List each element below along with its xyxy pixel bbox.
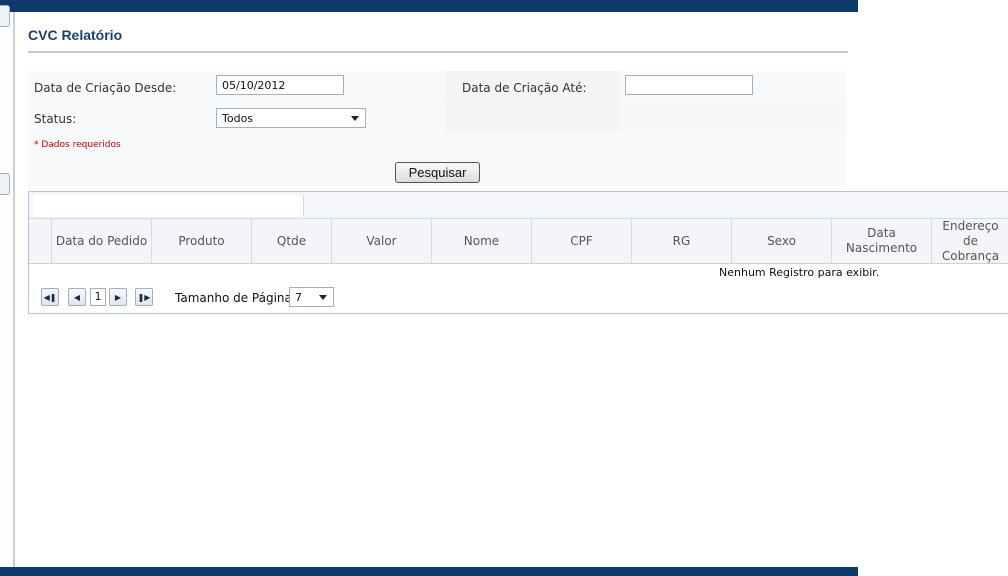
column-header-nome[interactable]: Nome [431, 219, 531, 263]
date-to-label: Data de Criação Até: [462, 81, 587, 95]
side-panel-toggle-middle[interactable] [0, 173, 10, 195]
current-page-number[interactable]: 1 [90, 288, 106, 306]
required-fields-note: * Dados requeridos [34, 140, 121, 150]
side-panel-toggle-top[interactable] [0, 5, 10, 27]
title-divider [28, 51, 848, 53]
status-select-value: Todos [222, 112, 254, 125]
empty-grid-message: Nenhum Registro para exibir. [719, 266, 880, 279]
chevron-down-icon [319, 295, 327, 300]
column-header-sexo[interactable]: Sexo [731, 219, 831, 263]
column-header-qtde[interactable]: Qtde [251, 219, 331, 263]
column-header-cpf[interactable]: CPF [531, 219, 631, 263]
grid-header-row: Data do Pedido Produto Qtde Valor Nome C… [29, 219, 1008, 264]
date-to-input[interactable] [625, 75, 753, 95]
last-page-icon[interactable]: ❚▶ [135, 288, 153, 306]
column-header-produto[interactable]: Produto [151, 219, 251, 263]
left-side-rail [0, 12, 15, 567]
column-header-valor[interactable]: Valor [331, 219, 431, 263]
top-navigation-bar [0, 0, 858, 12]
date-from-input[interactable]: 05/10/2012 [216, 75, 344, 95]
form-cell-background [445, 102, 620, 132]
next-page-icon[interactable]: ▶ [109, 288, 127, 306]
grid-group-cell [33, 195, 304, 217]
date-from-label: Data de Criação Desde: [34, 81, 177, 95]
grid-group-panel [29, 192, 1008, 219]
column-header-data-pedido[interactable]: Data do Pedido [51, 219, 151, 263]
page-size-select[interactable]: 7 [289, 287, 334, 307]
bottom-status-bar [0, 567, 858, 576]
page-size-label: Tamanho de Página: [175, 291, 296, 305]
page-title: CVC Relatório [28, 27, 123, 43]
column-header-endereco-cobranca[interactable]: Endereço de Cobrança [931, 219, 1008, 263]
search-button[interactable]: Pesquisar [395, 162, 480, 183]
column-header-rg[interactable]: RG [631, 219, 731, 263]
results-grid: Data do Pedido Produto Qtde Valor Nome C… [28, 191, 1008, 314]
status-select[interactable]: Todos [216, 108, 366, 128]
column-header-data-nascimento[interactable]: Data Nascimento [831, 219, 931, 263]
status-label: Status: [34, 112, 77, 126]
form-cell-background [621, 102, 846, 132]
previous-page-icon[interactable]: ◀ [68, 288, 86, 306]
first-page-icon[interactable]: ◀❚ [41, 288, 59, 306]
chevron-down-icon [351, 116, 359, 121]
page-size-value: 7 [295, 291, 302, 304]
